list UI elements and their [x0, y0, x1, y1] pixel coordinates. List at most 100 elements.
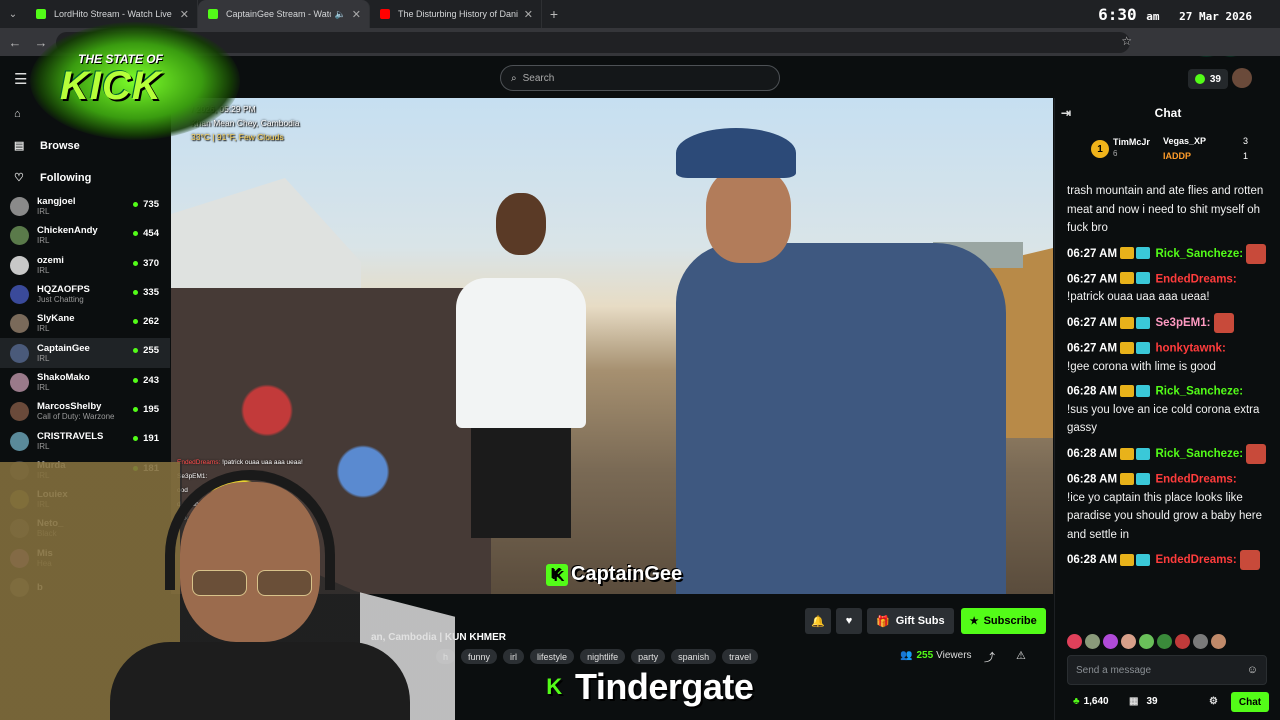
sidebar-item-browse[interactable]: ▤ Browse [14, 139, 80, 153]
user-badges [1120, 551, 1152, 570]
channel-name: ChickenAndy [37, 225, 98, 237]
sidebar-item-following[interactable]: ♡ Following [14, 171, 92, 185]
message-timestamp: 06:27 AM [1067, 247, 1118, 260]
gift-leaderboard: 1 TimMcJr 6 Vegas_XP IADDP 3 1 [1091, 134, 1271, 168]
sidebar-channel-item[interactable]: SlyKane IRL 262 [0, 309, 170, 338]
chat-username[interactable]: Se3pEM1: [1155, 317, 1210, 329]
channel-points[interactable]: ♣ 1,640 [1073, 696, 1109, 707]
chat-username[interactable]: Rick_Sancheze: [1155, 385, 1243, 397]
kick-icon: K [546, 563, 568, 586]
live-dot-icon [133, 377, 139, 383]
sidebar-channel-item[interactable]: kangjoel IRL 735 [0, 192, 170, 221]
report-icon[interactable]: ⚠ [1016, 649, 1026, 662]
notification-bell-button[interactable]: 🔔 [805, 608, 831, 634]
channel-category: IRL [37, 441, 50, 451]
chat-username[interactable]: Rick_Sancheze: [1155, 248, 1243, 260]
stream-tag[interactable]: lifestyle [530, 649, 575, 664]
bookmark-star-icon[interactable]: ☆ [1121, 34, 1132, 48]
sidebar-channel-item[interactable]: HQZAOFPS Just Chatting 335 [0, 280, 170, 309]
close-icon[interactable]: ✕ [524, 8, 533, 21]
emoji-picker-icon[interactable]: ☺ [1247, 664, 1258, 676]
channel-name: CRISTRAVELS [37, 430, 104, 442]
emote-icon[interactable] [1103, 634, 1118, 649]
message-timestamp: 06:28 AM [1067, 385, 1118, 398]
chat-input[interactable] [1076, 664, 1247, 676]
chat-username[interactable]: honkytawnk: [1155, 342, 1225, 354]
sidebar-channel-item[interactable]: ShakoMako IRL 243 [0, 368, 170, 397]
message-text: !patrick ouaa uaa aaa ueaa! [1067, 291, 1210, 304]
chat-username[interactable]: Rick_Sancheze: [1155, 448, 1243, 460]
viewer-number: 191 [143, 433, 159, 445]
follow-heart-button[interactable]: ♥ [836, 608, 862, 634]
back-arrow-icon[interactable]: ← [4, 35, 26, 50]
chat-input-box[interactable]: ☺ [1067, 655, 1267, 685]
viewer-count: 👥 255 Viewers [900, 650, 972, 661]
stream-tag[interactable]: nightlife [580, 649, 626, 664]
collapse-chat-icon[interactable]: ⇥ [1061, 106, 1071, 120]
emote-icon[interactable] [1139, 634, 1154, 649]
close-icon[interactable]: ✕ [180, 8, 189, 21]
sidebar-channel-item[interactable]: MarcosShelby Call of Duty: Warzone 195 [0, 397, 170, 426]
stream-tag[interactable]: irl [503, 649, 525, 664]
emote-icon[interactable] [1175, 634, 1190, 649]
speaker-icon[interactable]: 🔈 [335, 9, 346, 20]
avatar[interactable] [1232, 68, 1252, 88]
search-box[interactable]: ⌕ [500, 65, 780, 91]
streamer-watermark: K CaptainGee [546, 563, 682, 586]
kick-coins-badge[interactable]: 39 [1187, 69, 1228, 89]
channel-category: IRL [37, 265, 50, 275]
clock-ampm: am [1146, 10, 1160, 23]
channel-name: ShakoMako [37, 371, 90, 383]
emote-icon[interactable] [1067, 634, 1082, 649]
sidebar-item-label: Browse [40, 139, 80, 152]
stream-tag[interactable]: spanish [671, 649, 717, 664]
close-icon[interactable]: ✕ [352, 8, 361, 21]
avatar [10, 255, 29, 275]
channel-name: kangjoel [37, 196, 76, 208]
tab-search-chevron-icon[interactable]: ⌄ [0, 0, 26, 28]
sidebar-channel-item[interactable]: CRISTRAVELS IRL 191 [0, 426, 170, 455]
user-badges [1120, 339, 1152, 358]
gear-icon[interactable]: ⚙ [1209, 696, 1218, 707]
stream-tag[interactable]: party [631, 649, 666, 664]
sidebar-channel-item[interactable]: ozemi IRL 370 [0, 251, 170, 280]
chat-username[interactable]: EndedDreams: [1155, 554, 1236, 566]
browse-icon: ▤ [14, 140, 25, 152]
hamburger-menu-icon[interactable]: ☰ [14, 70, 27, 88]
leader-count: 3 [1243, 136, 1249, 146]
leader-name[interactable]: IADDP [1163, 151, 1191, 161]
chat-username[interactable]: EndedDreams: [1155, 273, 1236, 285]
subscribe-button[interactable]: ★ Subscribe [960, 608, 1046, 634]
calendar-badge[interactable]: ▦ 39 [1129, 696, 1158, 707]
heart-icon: ♥ [845, 615, 853, 627]
emote-icon[interactable] [1211, 634, 1226, 649]
search-input[interactable] [522, 72, 763, 84]
leader-name[interactable]: Vegas_XP [1163, 136, 1206, 146]
browser-tab-youtube[interactable]: The Disturbing History of Dani ✕ [370, 0, 542, 28]
message-timestamp: 06:27 AM [1067, 272, 1118, 285]
stream-tag[interactable]: funny [461, 649, 498, 664]
message-text: !gee corona with lime is good [1067, 360, 1216, 373]
stream-tag[interactable]: travel [722, 649, 759, 664]
emote-icon[interactable] [1085, 634, 1100, 649]
chat-panel: ⇥ Chat 1 TimMcJr 6 Vegas_XP IADDP 3 1 tr… [1054, 98, 1280, 720]
chat-send-button[interactable]: Chat [1231, 692, 1269, 712]
sidebar-channel-item[interactable]: CaptainGee IRL 255 [0, 338, 170, 368]
new-tab-button[interactable]: + [542, 6, 566, 22]
sidebar-channel-item[interactable]: ChickenAndy IRL 454 [0, 221, 170, 250]
share-icon[interactable]: ⤴ [984, 649, 995, 665]
user-badges [1120, 382, 1152, 401]
leader-name[interactable]: TimMcJr [1113, 137, 1150, 147]
emote-icon[interactable] [1121, 634, 1136, 649]
chat-message: trash mountain and ate flies and rotten … [1067, 182, 1273, 238]
sidebar-item-label: Following [40, 171, 92, 184]
channel-category: IRL [37, 236, 50, 246]
gift-subs-button[interactable]: 🎁 Gift Subs [867, 608, 954, 634]
user-badges [1120, 270, 1152, 289]
tab-title: LordHito Stream - Watch Live o [54, 9, 174, 19]
emote-icon[interactable] [1193, 634, 1208, 649]
channel-category: Just Chatting [37, 295, 84, 305]
avatar [10, 197, 29, 217]
emote-icon[interactable] [1157, 634, 1172, 649]
chat-username[interactable]: EndedDreams: [1155, 473, 1236, 485]
